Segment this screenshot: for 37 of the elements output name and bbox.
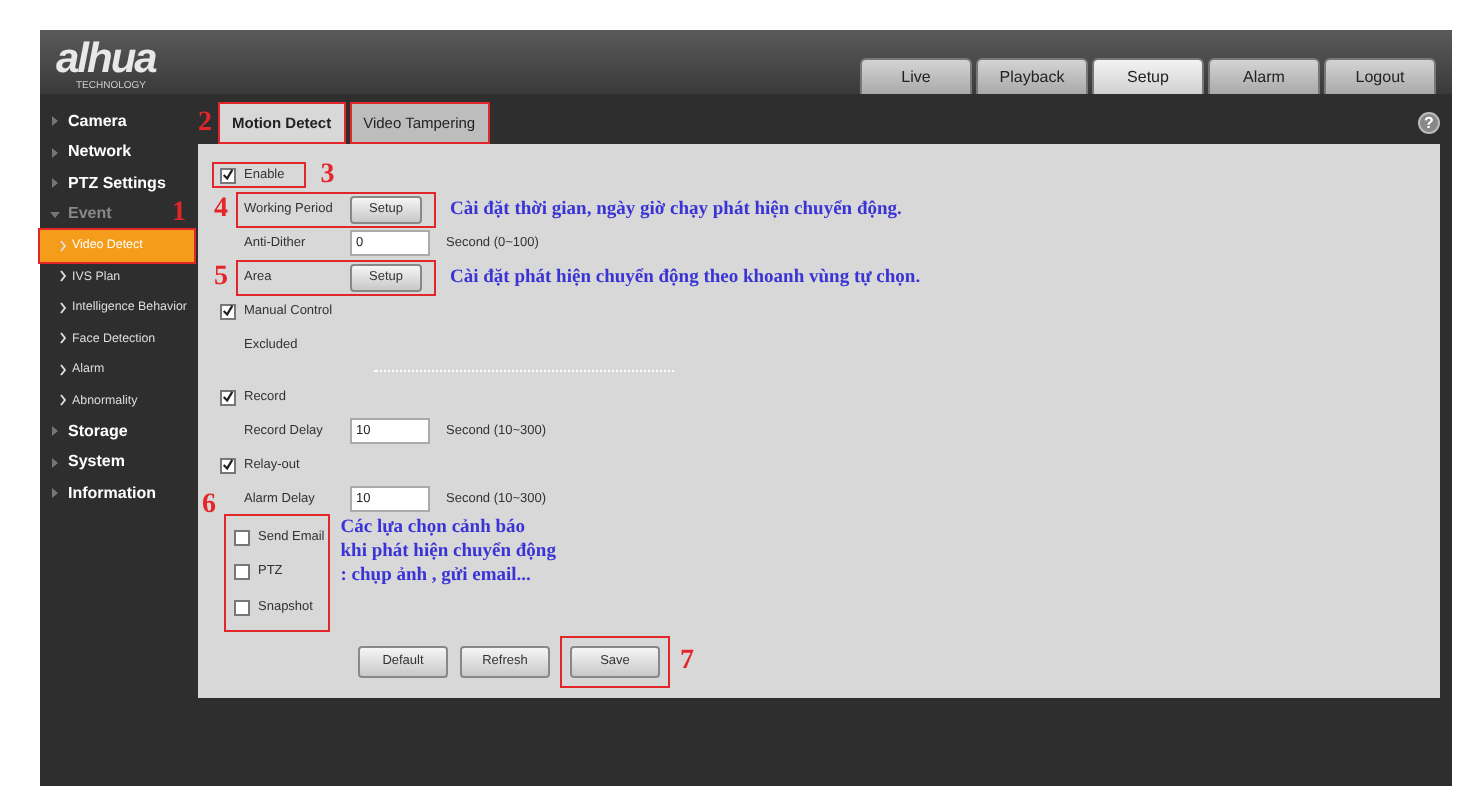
annotation-number: 1 (172, 200, 186, 229)
chevron-icon (60, 394, 66, 407)
chevron-icon (60, 270, 66, 283)
logo: alhua (56, 40, 156, 80)
annotation-number: 5 (214, 261, 228, 291)
checkbox[interactable] (220, 457, 236, 473)
annotation-number: 7 (680, 647, 694, 675)
checkbox[interactable] (234, 529, 250, 546)
nav-tab[interactable]: Playback (976, 58, 1088, 94)
checkbox[interactable] (220, 167, 236, 183)
nav-tab[interactable]: Live (860, 58, 972, 94)
nav-tab[interactable]: Logout (1324, 58, 1436, 94)
sidebar-item[interactable]: Network (68, 140, 132, 165)
sidebar-item[interactable]: Event (68, 202, 112, 227)
annotation-number: 2 (198, 109, 212, 137)
nav-tab[interactable]: Alarm (1208, 58, 1320, 94)
chevron-icon (60, 363, 66, 376)
sidebar-item[interactable]: PTZ Settings (68, 171, 166, 196)
annotation-number: 6 (202, 490, 216, 520)
sidebar-item[interactable]: Camera (68, 109, 127, 134)
checkbox[interactable] (220, 389, 236, 405)
sidebar-item[interactable]: Storage (68, 419, 128, 444)
chevron-icon (60, 239, 66, 252)
help-icon[interactable]: ? (1418, 112, 1440, 134)
annotation-note: Các lựa chọn cảnh báo khi phát hiện chuyển động : chụp ảnh , gửi email... (340, 516, 556, 588)
annotation-note: Cài đặt thời gian, ngày giờ chạy phát hiện chuyển động. (450, 197, 902, 221)
checkbox[interactable] (220, 303, 236, 319)
checkbox[interactable] (234, 599, 250, 616)
annotation-number: 3 (320, 161, 335, 189)
chevron-icon (60, 332, 66, 345)
chevron-icon (60, 301, 66, 314)
annotation-number: 4 (214, 193, 228, 223)
sidebar-item[interactable]: System (68, 450, 125, 475)
sidebar-item[interactable]: Information (68, 481, 156, 506)
nav-tab[interactable]: Setup (1092, 58, 1204, 94)
checkbox[interactable] (234, 564, 250, 581)
annotation-note: Cài đặt phát hiện chuyển động theo khoanh vùng tự chọn. (450, 265, 921, 289)
